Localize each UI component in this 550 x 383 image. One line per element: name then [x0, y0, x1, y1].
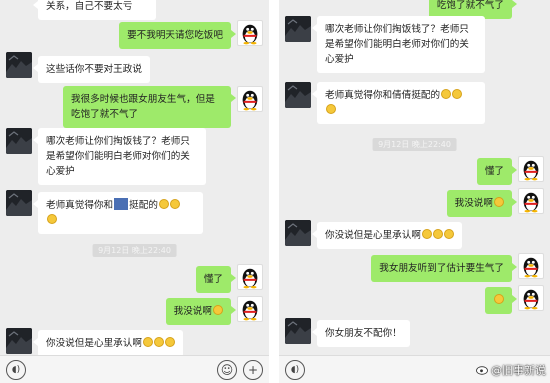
message-bubble[interactable]: 要不我明天请您吃饭吧	[119, 22, 236, 49]
plus-icon[interactable]: +	[243, 360, 263, 380]
smile-emoji-icon	[432, 229, 443, 239]
smile-emoji-icon	[452, 89, 463, 99]
smile-emoji-icon	[213, 305, 223, 315]
penguin-avatar-icon[interactable]	[237, 20, 263, 46]
message-bubble[interactable]: 懂了	[476, 158, 518, 185]
message-text: 挺配的	[129, 200, 158, 211]
penguin-avatar-icon[interactable]	[518, 156, 544, 182]
teacher-avatar-icon[interactable]	[6, 190, 32, 216]
message-text: 这些话你不要对王政说	[46, 64, 142, 75]
message-text: 吃饱了就不气了	[436, 0, 504, 11]
chat-input-bar: ◖) ☺ +	[0, 355, 269, 383]
message-bubble[interactable]: 懂了	[195, 266, 237, 293]
message-bubble[interactable]	[485, 287, 517, 314]
smile-emoji-icon	[169, 199, 180, 209]
message-text: 哪次老师让你们掏饭钱了？老师只是希望你们能明白老师对你们的关心爱护	[46, 136, 190, 177]
watermark: @旧事新说	[476, 362, 546, 378]
watermark-text: @旧事新说	[491, 364, 546, 377]
message-bubble[interactable]: 我没说啊	[446, 190, 518, 217]
smile-emoji-icon	[47, 214, 57, 224]
message-bubble[interactable]: 老师真觉得你和倩倩挺配的	[312, 82, 485, 124]
message-text: 老师真觉得你和	[46, 200, 114, 211]
message-text: 懂了	[203, 274, 223, 285]
message-bubble[interactable]: 你没说但是心里承认啊	[312, 222, 462, 249]
teacher-avatar-icon[interactable]	[285, 318, 311, 344]
message-text: 我很多时候也跟女朋友生气，但是吃饱了就不气了	[71, 94, 215, 120]
penguin-avatar-icon[interactable]	[518, 188, 544, 214]
emoji-button-icon[interactable]: ☺	[217, 360, 237, 380]
smile-emoji-icon	[153, 337, 164, 347]
voice-icon[interactable]: ◖)	[6, 360, 26, 380]
message-text: 要不我明天请您吃饭吧	[127, 30, 223, 41]
smile-emoji-icon	[494, 197, 504, 207]
message-text: 哪次老师让你们掏饭钱了？老师只是希望你们能明白老师对你们的关心爱护	[325, 24, 469, 65]
message-text: 我没说啊	[454, 198, 493, 209]
smile-emoji-icon	[142, 337, 153, 347]
smile-emoji-icon	[494, 294, 504, 304]
chat-screenshot-left: 关系，自己不要太亏 要不我明天请您吃饭吧 这些话你不要对王政说 我很多时候也跟女…	[0, 0, 269, 383]
teacher-avatar-icon[interactable]	[6, 128, 32, 154]
teacher-avatar-icon[interactable]	[6, 52, 32, 78]
message-text: 关系，自己不要太亏	[46, 1, 133, 12]
message-text: 我没说啊	[173, 306, 212, 317]
message-bubble[interactable]: 你女朋友不配你！	[312, 320, 410, 347]
message-text: 老师真觉得你和倩倩挺配的	[325, 90, 441, 101]
message-text: 你没说但是心里承认啊	[46, 338, 142, 349]
smile-emoji-icon	[443, 229, 454, 239]
message-bubble[interactable]: 你没说但是心里承认啊	[33, 330, 183, 357]
message-text: 你没说但是心里承认啊	[325, 230, 421, 241]
message-bubble[interactable]: 哪次老师让你们掏饭钱了？老师只是希望你们能明白老师对你们的关心爱护	[312, 16, 485, 73]
message-bubble[interactable]: 哪次老师让你们掏饭钱了？老师只是希望你们能明白老师对你们的关心爱护	[33, 128, 206, 185]
message-bubble[interactable]: 我没说啊	[165, 298, 237, 325]
message-bubble[interactable]: 关系，自己不要太亏	[33, 0, 156, 20]
message-bubble[interactable]: 我很多时候也跟女朋友生气，但是吃饱了就不气了	[63, 86, 236, 128]
penguin-avatar-icon[interactable]	[237, 264, 263, 290]
weibo-logo-icon	[476, 364, 489, 375]
smile-emoji-icon	[164, 337, 175, 347]
message-bubble[interactable]: 老师真觉得你和 挺配的	[33, 192, 203, 234]
voice-icon[interactable]: ◖)	[285, 360, 305, 380]
smile-emoji-icon	[441, 89, 452, 99]
smile-emoji-icon	[158, 199, 169, 209]
teacher-avatar-icon[interactable]	[285, 220, 311, 246]
message-bubble[interactable]: 这些话你不要对王政说	[33, 56, 150, 83]
timestamp: 9月12日 晚上22:40	[372, 138, 457, 151]
timestamp: 9月12日 晚上22:40	[92, 244, 177, 257]
smile-emoji-icon	[326, 104, 336, 114]
message-text: 你女朋友不配你！	[325, 328, 402, 339]
chat-screenshot-right: 吃饱了就不气了 哪次老师让你们掏饭钱了？老师只是希望你们能明白老师对你们的关心爱…	[279, 0, 550, 383]
smile-emoji-icon	[421, 229, 432, 239]
message-text: 懂了	[484, 166, 504, 177]
penguin-avatar-icon[interactable]	[518, 253, 544, 279]
teacher-avatar-icon[interactable]	[285, 16, 311, 42]
teacher-avatar-icon[interactable]	[6, 328, 32, 354]
censor-block-icon	[114, 198, 129, 210]
penguin-avatar-icon[interactable]	[237, 86, 263, 112]
penguin-avatar-icon[interactable]	[518, 285, 544, 311]
message-bubble[interactable]: 我女朋友听到了估计要生气了	[371, 255, 517, 282]
teacher-avatar-icon[interactable]	[285, 82, 311, 108]
message-text: 我女朋友听到了估计要生气了	[379, 263, 504, 274]
penguin-avatar-icon[interactable]	[237, 296, 263, 322]
